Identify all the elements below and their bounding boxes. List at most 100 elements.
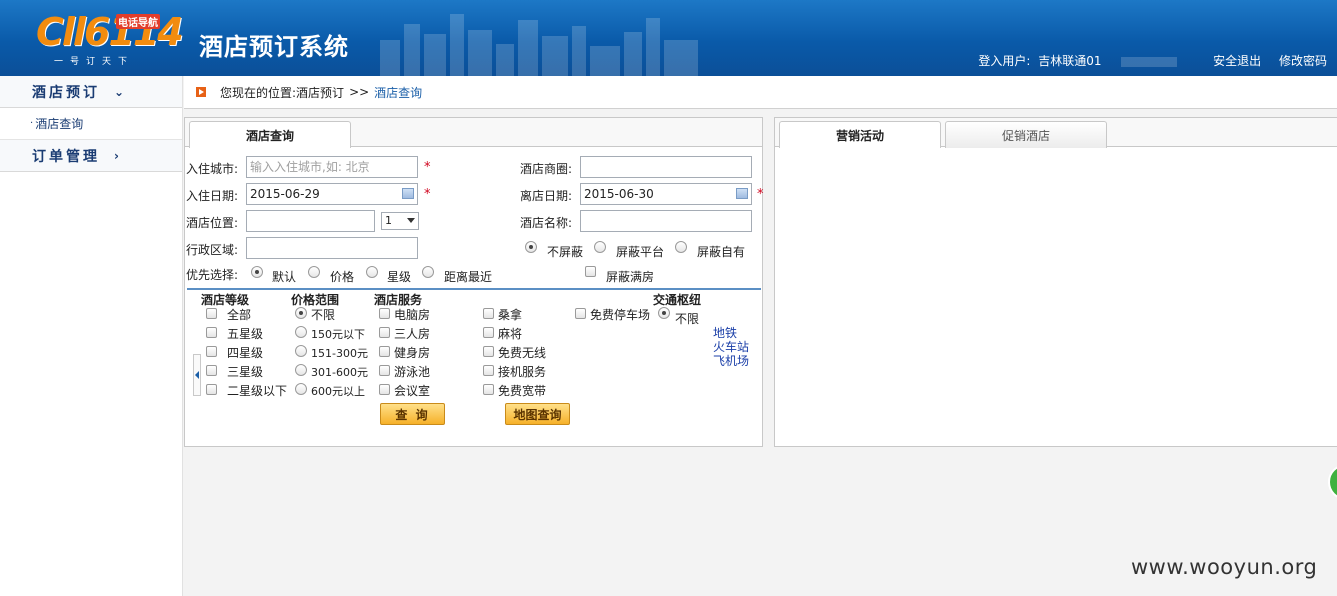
- tab-marketing-activity[interactable]: 营销活动: [779, 121, 941, 148]
- checkout-date-value: 2015-06-30: [584, 187, 654, 201]
- price-option: 150元以下: [311, 328, 365, 341]
- section-divider: [187, 288, 761, 290]
- priority-radio-distance[interactable]: [422, 266, 434, 278]
- service-checkbox[interactable]: [379, 384, 390, 395]
- login-label: 登入用户:: [978, 54, 1031, 68]
- checkin-city-input[interactable]: 输入入住城市,如: 北京: [246, 156, 418, 178]
- promo-tabs: 营销活动 促销酒店: [775, 118, 1337, 148]
- hotel-name-label: 酒店名称:: [520, 216, 573, 230]
- login-user: 吉林联通01: [1038, 54, 1102, 68]
- change-password-link[interactable]: 修改密码: [1279, 54, 1327, 68]
- floating-service-button[interactable]: [1328, 464, 1337, 500]
- level-option: 二星级以下: [227, 384, 288, 398]
- service-option: 游泳池: [394, 365, 431, 379]
- level-option: 全部: [227, 308, 252, 322]
- redacted-info: [1121, 56, 1178, 67]
- transport-link-airport[interactable]: 飞机场: [713, 352, 749, 369]
- transport-radio-any[interactable]: [658, 307, 670, 319]
- filter-label: 屏蔽平台: [616, 245, 665, 259]
- service-option: 麻将: [498, 327, 523, 341]
- service-checkbox[interactable]: [575, 308, 586, 319]
- nav-group-hotel-booking[interactable]: 酒店预订 ⌄: [0, 76, 182, 108]
- price-radio[interactable]: [295, 383, 307, 395]
- level-option: 四星级: [227, 346, 264, 360]
- distance-select-value: 1: [385, 214, 392, 227]
- header-bar: Cll6114 电话导航 一号订天下 酒店预订系统 登入用户: 吉林联通01 安…: [0, 0, 1337, 76]
- checkout-date-input[interactable]: 2015-06-30: [580, 183, 752, 205]
- logo-tag: 电话导航: [116, 14, 160, 29]
- logo-114[interactable]: Cll6114 电话导航 一号订天下: [36, 10, 184, 70]
- service-checkbox[interactable]: [483, 308, 494, 319]
- nav-group-order-management[interactable]: 订单管理 ›: [0, 140, 182, 172]
- nav-group-label: 订单管理: [32, 148, 100, 165]
- query-button[interactable]: 查 询: [380, 403, 445, 425]
- level-checkbox[interactable]: [206, 365, 217, 376]
- priority-radio-price[interactable]: [308, 266, 320, 278]
- hide-full-checkbox[interactable]: [585, 266, 596, 277]
- calendar-icon[interactable]: [402, 188, 414, 199]
- hotel-search-panel: 酒店查询 入住城市: 输入入住城市,如: 北京 * 酒店商圈: 入住日期: 20…: [184, 117, 764, 447]
- map-query-button[interactable]: 地图查询: [505, 403, 570, 425]
- priority-radio-default[interactable]: [251, 266, 263, 278]
- checkin-date-value: 2015-06-29: [250, 187, 320, 201]
- filter-radio-none[interactable]: [525, 241, 537, 253]
- filter-radio-own[interactable]: [675, 241, 687, 253]
- business-area-input[interactable]: [580, 156, 752, 178]
- priority-option: 星级: [387, 270, 412, 284]
- service-option: 免费无线: [498, 346, 547, 360]
- user-bar: 登入用户: 吉林联通01 安全退出 修改密码: [974, 52, 1327, 69]
- level-checkbox[interactable]: [206, 346, 217, 357]
- hotel-location-input[interactable]: [246, 210, 375, 232]
- collapse-arrow-icon[interactable]: [193, 354, 201, 396]
- service-checkbox[interactable]: [379, 365, 390, 376]
- price-radio[interactable]: [295, 345, 307, 357]
- price-option: 301-600元: [311, 366, 368, 379]
- required-mark: *: [424, 160, 431, 175]
- service-option: 会议室: [394, 384, 431, 398]
- breadcrumb: 您现在的位置: 酒店预订 >> 酒店查询: [184, 76, 1337, 109]
- service-checkbox[interactable]: [483, 346, 494, 357]
- nav-item-hotel-search[interactable]: · 酒店查询: [0, 108, 182, 140]
- tab-promo-hotels[interactable]: 促销酒店: [945, 121, 1107, 148]
- city-skyline-decoration: [380, 14, 698, 76]
- checkin-date-input[interactable]: 2015-06-29: [246, 183, 418, 205]
- level-option: 三星级: [227, 365, 264, 379]
- service-option: 免费停车场: [590, 308, 651, 322]
- chevron-down-icon: [407, 218, 415, 223]
- level-checkbox[interactable]: [206, 327, 217, 338]
- service-checkbox[interactable]: [483, 327, 494, 338]
- transport-title: 交通枢纽: [653, 293, 702, 307]
- price-radio[interactable]: [295, 364, 307, 376]
- bullet-icon: ·: [30, 118, 34, 129]
- hide-full-label: 屏蔽满房: [606, 270, 655, 284]
- filter-radio-platform[interactable]: [594, 241, 606, 253]
- price-radio[interactable]: [295, 326, 307, 338]
- service-checkbox[interactable]: [379, 308, 390, 319]
- service-checkbox[interactable]: [379, 327, 390, 338]
- breadcrumb-current[interactable]: 酒店查询: [374, 84, 422, 101]
- calendar-icon[interactable]: [736, 188, 748, 199]
- checkin-date-label: 入住日期:: [186, 189, 239, 203]
- service-checkbox[interactable]: [483, 365, 494, 376]
- promo-panel: 营销活动 促销酒店: [774, 117, 1337, 447]
- service-checkbox[interactable]: [379, 346, 390, 357]
- required-mark: *: [757, 187, 764, 202]
- priority-option: 默认: [272, 270, 297, 284]
- level-checkbox[interactable]: [206, 308, 217, 319]
- hotel-name-input[interactable]: [580, 210, 752, 232]
- filter-label: 屏蔽自有: [697, 245, 746, 259]
- district-input[interactable]: [246, 237, 418, 259]
- level-checkbox[interactable]: [206, 384, 217, 395]
- search-tabs: 酒店查询: [185, 118, 762, 148]
- priority-radio-star[interactable]: [366, 266, 378, 278]
- transport-option: 不限: [675, 312, 700, 326]
- distance-select[interactable]: 1: [381, 212, 419, 230]
- service-checkbox[interactable]: [483, 384, 494, 395]
- breadcrumb-separator: >>: [349, 85, 370, 99]
- tab-hotel-search[interactable]: 酒店查询: [189, 121, 351, 148]
- price-radio[interactable]: [295, 307, 307, 319]
- priority-option: 距离最近: [444, 270, 493, 284]
- filter-label: 不屏蔽: [547, 245, 584, 259]
- logout-link[interactable]: 安全退出: [1213, 54, 1261, 68]
- hotel-location-label: 酒店位置:: [186, 216, 239, 230]
